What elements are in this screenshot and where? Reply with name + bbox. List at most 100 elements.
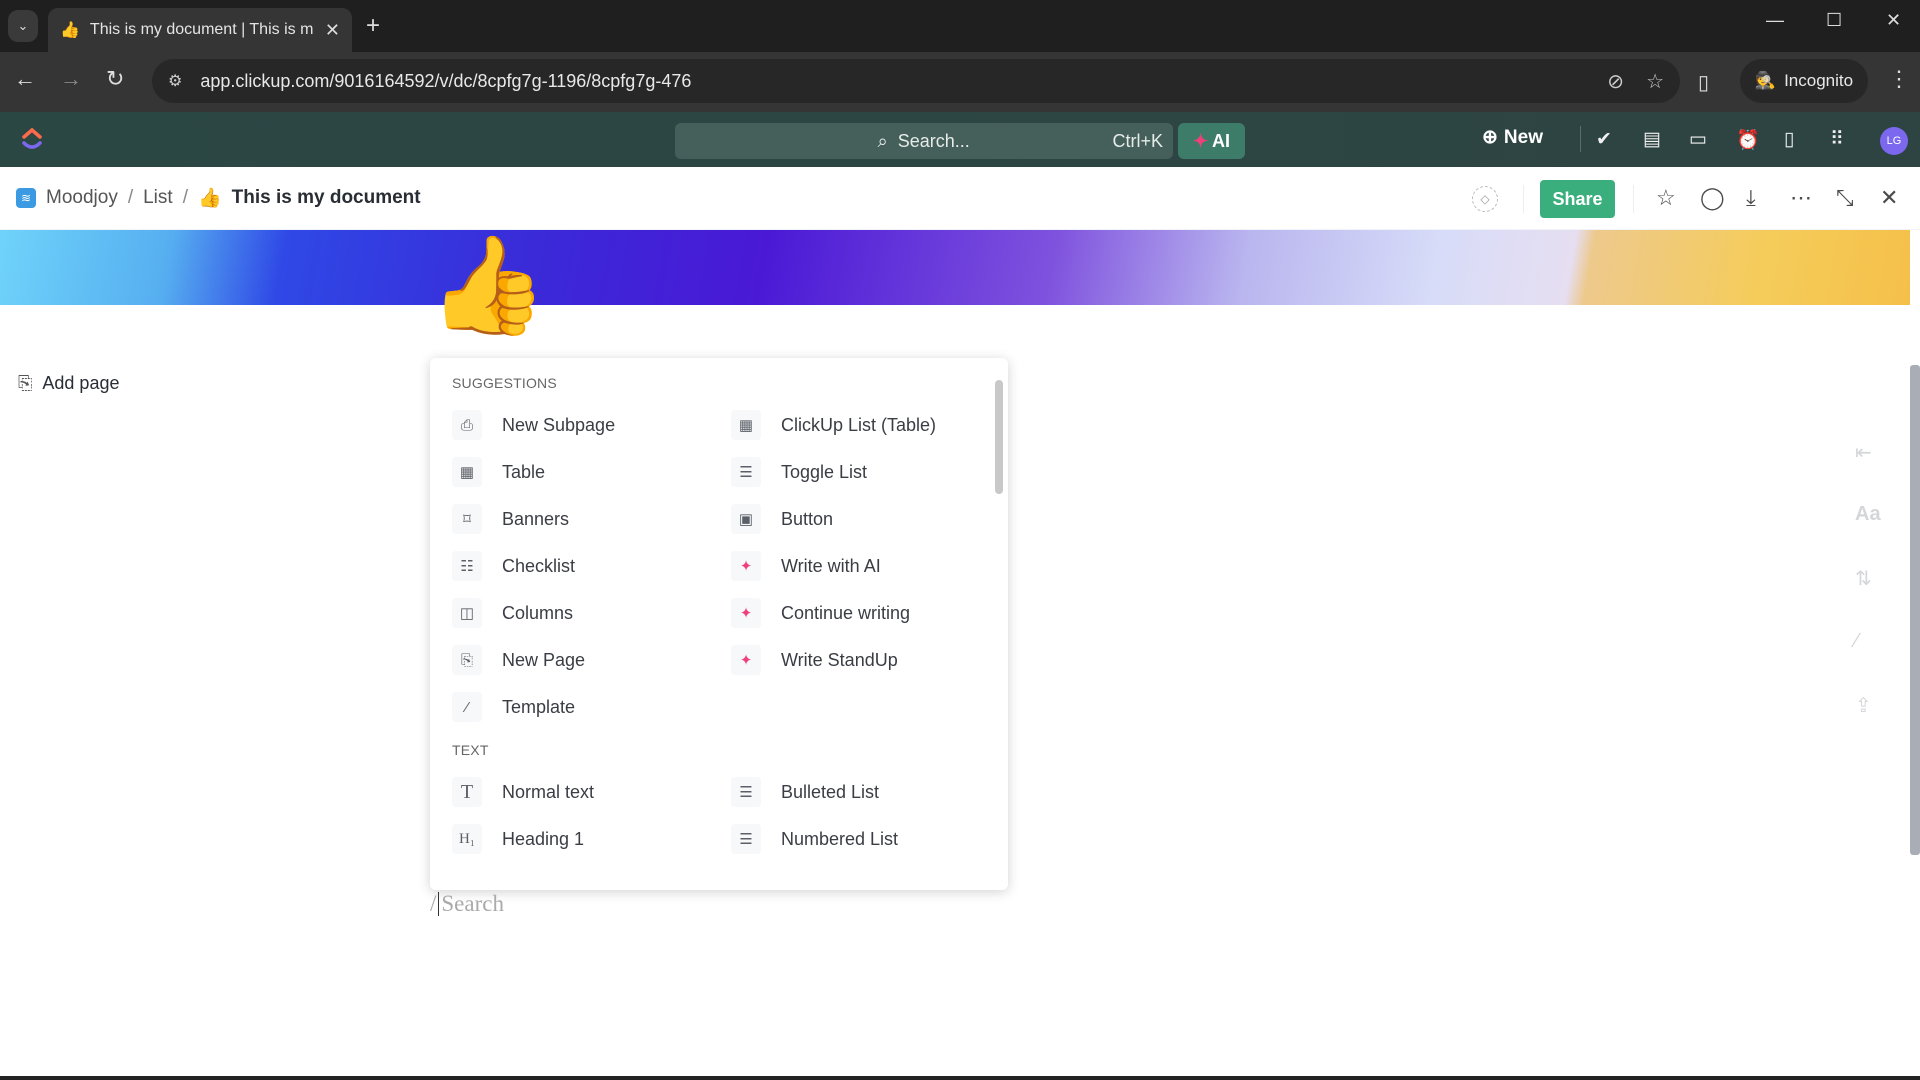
new-label: New: [1503, 126, 1543, 148]
bulleted-list-icon: ☰: [731, 777, 761, 807]
download-icon[interactable]: ⤓: [1746, 185, 1756, 211]
check-circle-icon[interactable]: ✔: [1596, 128, 1612, 151]
side-panel-icon[interactable]: ▯: [1698, 70, 1709, 95]
alarm-icon[interactable]: ⏰: [1736, 128, 1760, 152]
ai-sparkle-icon: ✦: [731, 645, 761, 675]
breadcrumb-workspace[interactable]: Moodjoy: [46, 187, 118, 209]
browser-toolbar: ← → ↻ ⚙ app.clickup.com/9016164592/v/dc/…: [0, 52, 1920, 112]
breadcrumb-separator: /: [127, 187, 134, 208]
template-wand-icon: ⁄: [452, 692, 482, 722]
minimize-icon[interactable]: —: [1766, 10, 1784, 31]
menu-item-table[interactable]: ▦ Table: [452, 454, 545, 490]
slash-search-input[interactable]: / Search: [430, 891, 504, 917]
browser-tab[interactable]: 👍 This is my document | This is m ✕: [48, 8, 352, 52]
menu-item-new-page[interactable]: ⎘ New Page: [452, 642, 585, 678]
global-search[interactable]: ⌕ Search... Ctrl+K: [675, 123, 1173, 159]
menu-item-button[interactable]: ▣ Button: [731, 501, 833, 537]
menu-overflow-fade: [430, 863, 1008, 890]
star-icon[interactable]: ☆: [1656, 185, 1676, 211]
breadcrumb: ≋ Moodjoy / List / 👍 This is my document: [16, 186, 421, 210]
clickup-logo-icon[interactable]: [20, 126, 44, 152]
template-wand-icon[interactable]: ⁄: [1855, 630, 1858, 653]
ai-sparkle-icon: ✦: [731, 598, 761, 628]
table-icon: ▦: [452, 457, 482, 487]
menu-item-heading-1[interactable]: H₁ Heading 1: [452, 821, 584, 857]
checklist-icon: ☷: [452, 551, 482, 581]
site-settings-icon[interactable]: ⚙: [168, 71, 182, 91]
maximize-icon[interactable]: ☐: [1826, 10, 1842, 31]
menu-scrollbar[interactable]: [995, 380, 1003, 494]
add-page-icon: ⎘: [18, 373, 33, 393]
share-button[interactable]: Share: [1540, 180, 1615, 218]
new-page-icon: ⎘: [452, 645, 482, 675]
collapse-sidebar-icon[interactable]: ⇤: [1855, 440, 1872, 465]
page-scrollbar[interactable]: [1910, 365, 1920, 855]
search-shortcut: Ctrl+K: [1112, 130, 1163, 151]
breadcrumb-current-doc[interactable]: This is my document: [232, 187, 421, 209]
ai-sparkle-icon: ✦: [731, 551, 761, 581]
ai-sparkle-icon: ✦: [1192, 130, 1209, 151]
bookmark-star-icon[interactable]: ☆: [1646, 69, 1664, 94]
address-bar[interactable]: ⚙ app.clickup.com/9016164592/v/dc/8cpfg7…: [152, 59, 1680, 103]
menu-item-write-standup[interactable]: ✦ Write StandUp: [731, 642, 898, 678]
browser-menu-icon[interactable]: ⋮: [1888, 66, 1910, 92]
export-icon[interactable]: ⇪: [1855, 693, 1872, 718]
list-icon: ☰: [731, 457, 761, 487]
slash-command-menu: SUGGESTIONS ⎙ New Subpage ▦ ClickUp List (…: [430, 358, 1008, 890]
new-tab-button[interactable]: +: [366, 12, 380, 40]
ai-edit-icon[interactable]: ⇅: [1855, 566, 1872, 591]
divider: [1633, 185, 1634, 213]
menu-item-continue-writing[interactable]: ✦ Continue writing: [731, 595, 910, 631]
tab-search-dropdown-button[interactable]: ⌄: [8, 10, 38, 42]
breadcrumb-list[interactable]: List: [143, 187, 173, 209]
section-title-text: TEXT: [452, 742, 489, 758]
tag-icon[interactable]: ◇: [1472, 186, 1498, 212]
more-icon[interactable]: ⋯: [1790, 185, 1812, 211]
incognito-badge[interactable]: 🕵 Incognito: [1740, 59, 1868, 103]
app-header: ⌕ Search... Ctrl+K ✦ AI ⊕ New ✔ ▤ ▭ ⏰ ▯ …: [0, 112, 1920, 167]
menu-item-clickup-list-table[interactable]: ▦ ClickUp List (Table): [731, 407, 936, 443]
avatar[interactable]: LG: [1880, 127, 1908, 155]
bookmark-icon: ⌑: [452, 504, 482, 534]
menu-item-bulleted-list[interactable]: ☰ Bulleted List: [731, 774, 879, 810]
back-icon[interactable]: ←: [14, 66, 36, 92]
menu-item-write-with-ai[interactable]: ✦ Write with AI: [731, 548, 881, 584]
slash-prefix: /: [430, 891, 437, 916]
eye-off-icon[interactable]: ⊘: [1607, 69, 1624, 94]
doc-emoji-icon: 👍: [197, 188, 222, 209]
notepad-icon[interactable]: ▤: [1643, 128, 1661, 151]
typography-icon[interactable]: Aa: [1855, 503, 1881, 526]
close-tab-icon[interactable]: ✕: [325, 20, 340, 41]
close-icon[interactable]: ✕: [1880, 185, 1898, 211]
menu-item-columns[interactable]: ◫ Columns: [452, 595, 573, 631]
add-page-button[interactable]: ⎘ Add page: [18, 373, 119, 394]
apps-grid-icon[interactable]: ⠿: [1830, 128, 1844, 151]
doc-icon-emoji[interactable]: 👍: [428, 238, 548, 334]
ai-button[interactable]: ✦ AI: [1178, 123, 1245, 159]
window-close-icon[interactable]: ✕: [1886, 10, 1901, 31]
window-bottom-edge: [0, 1076, 1920, 1080]
divider: [1580, 126, 1581, 152]
reload-icon[interactable]: ↻: [106, 66, 124, 92]
menu-item-checklist[interactable]: ☷ Checklist: [452, 548, 575, 584]
menu-item-normal-text[interactable]: T Normal text: [452, 774, 594, 810]
comment-icon[interactable]: ◯: [1700, 185, 1725, 211]
browser-tab-bar: ⌄ 👍 This is my document | This is m ✕ + …: [0, 0, 1920, 52]
doc-cover-banner[interactable]: [0, 230, 1910, 305]
menu-item-toggle-list[interactable]: ☰ Toggle List: [731, 454, 867, 490]
divider: [1523, 185, 1524, 213]
video-icon[interactable]: ▭: [1689, 128, 1707, 151]
menu-item-template[interactable]: ⁄ Template: [452, 689, 575, 725]
doc-topbar: ≋ Moodjoy / List / 👍 This is my document…: [0, 167, 1920, 230]
heading-icon: H₁: [452, 824, 482, 854]
new-button[interactable]: ⊕ New: [1482, 126, 1543, 149]
doc-icon[interactable]: ▯: [1784, 128, 1794, 151]
menu-item-banners[interactable]: ⌑ Banners: [452, 501, 569, 537]
collapse-icon[interactable]: ⤡: [1836, 185, 1854, 211]
search-icon: ⌕: [877, 130, 888, 151]
menu-item-new-subpage[interactable]: ⎙ New Subpage: [452, 407, 615, 443]
section-title-suggestions: SUGGESTIONS: [452, 375, 557, 391]
forward-icon[interactable]: →: [60, 66, 82, 92]
menu-item-numbered-list[interactable]: ☰ Numbered List: [731, 821, 898, 857]
url-text[interactable]: app.clickup.com/9016164592/v/dc/8cpfg7g-…: [200, 71, 1585, 92]
